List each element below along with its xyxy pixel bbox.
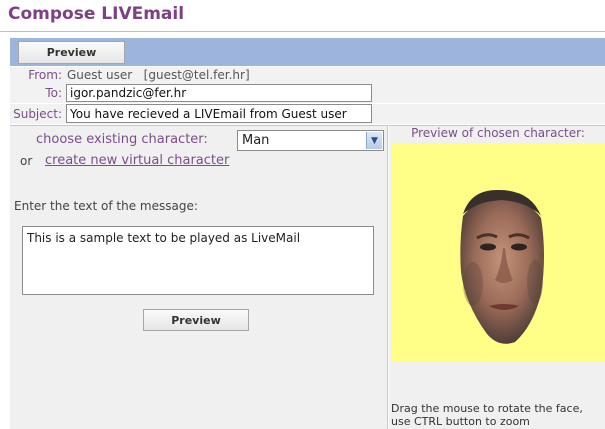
or-label: or: [20, 154, 33, 168]
preview-hint: Drag the mouse to rotate the face, use C…: [391, 402, 583, 428]
message-textarea[interactable]: This is a sample text to be played as Li…: [22, 226, 374, 295]
preview-button[interactable]: Preview: [143, 309, 249, 331]
face-preview-canvas[interactable]: [391, 144, 605, 362]
from-value: Guest user [guest@tel.fer.hr]: [67, 68, 250, 82]
title-divider: [0, 31, 605, 32]
preview-button-top[interactable]: Preview: [18, 41, 125, 64]
message-prompt: Enter the text of the message:: [14, 199, 198, 213]
to-input[interactable]: igor.pandzic@fer.hr: [66, 84, 372, 102]
character-select[interactable]: Man ▼: [237, 130, 384, 151]
chevron-down-icon[interactable]: ▼: [366, 132, 382, 149]
character-select-value: Man: [242, 133, 270, 148]
face-3d-model: [460, 189, 544, 344]
choose-character-label: choose existing character:: [36, 132, 208, 147]
to-label: To:: [45, 86, 62, 100]
preview-title: Preview of chosen character:: [411, 126, 585, 140]
page-title: Compose LIVEmail: [8, 4, 185, 24]
subject-label: Subject:: [13, 107, 62, 121]
from-label: From:: [28, 68, 62, 82]
subject-input[interactable]: You have recieved a LIVEmail from Guest …: [66, 104, 372, 123]
create-character-link[interactable]: create new virtual character: [45, 153, 229, 168]
